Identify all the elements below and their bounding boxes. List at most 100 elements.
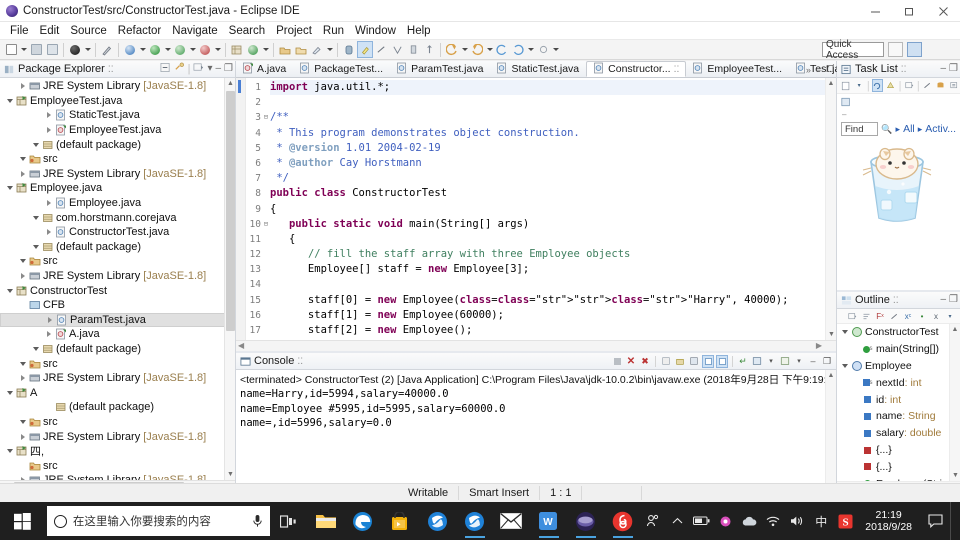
hide-static-icon[interactable]	[888, 310, 900, 323]
editor-marker-bar[interactable]	[236, 78, 246, 340]
outline-item[interactable]: ConstructorTest	[837, 324, 960, 341]
menu-project[interactable]: Project	[271, 24, 317, 38]
outline-tree[interactable]: ConstructorTest s main(String[]) Employee s n…	[837, 324, 960, 492]
taskbar-search-input[interactable]: 在这里输入你要搜索的内容	[46, 506, 271, 536]
code-line[interactable]: public static void main(String[] args)	[270, 217, 836, 232]
minimize-task-list-icon[interactable]: ‒	[940, 64, 946, 74]
outline-item[interactable]: name: String	[837, 408, 960, 425]
code-line[interactable]: staff[0] = new Employee(class=class="str…	[270, 293, 836, 308]
collapse-twisty-icon[interactable]	[43, 229, 54, 235]
editor-hscrollbar[interactable]: ◀ ▶	[236, 340, 836, 351]
code-line[interactable]: {	[270, 202, 836, 217]
console-scroll-up-icon[interactable]: ▲	[826, 370, 836, 381]
scroll-lock-icon[interactable]	[674, 355, 686, 368]
editor-tab[interactable]: StaticTest.java	[490, 61, 586, 77]
previous-annotation-icon[interactable]	[405, 41, 421, 58]
tree-item[interactable]: src	[0, 458, 235, 473]
battery-icon[interactable]	[689, 502, 713, 540]
last-edit-icon[interactable]	[421, 41, 437, 58]
debug-perspective-icon[interactable]	[341, 41, 357, 58]
tree-item[interactable]: JRE System Library[JavaSE-1.8]	[0, 429, 235, 444]
editor-tab[interactable]: PackageTest...	[293, 61, 390, 77]
menu-file[interactable]: File	[5, 24, 34, 38]
new-dropdown-icon[interactable]	[19, 41, 28, 58]
collapse-twisty-icon[interactable]	[17, 273, 28, 279]
task-list-content[interactable]: ‒ Find 🔍 ▸ All ▸ Activ...	[837, 94, 960, 291]
display-selected-console-icon[interactable]	[716, 354, 728, 368]
collapse-twisty-icon[interactable]	[43, 112, 54, 118]
tree-item[interactable]: com.horstmann.corejava	[0, 210, 235, 225]
maximize-outline-icon[interactable]: ❐	[949, 295, 958, 305]
collapse-twisty-icon[interactable]	[17, 434, 28, 440]
menu-run[interactable]: Run	[318, 24, 349, 38]
menu-edit[interactable]: Edit	[35, 24, 65, 38]
task-view-icon[interactable]	[270, 502, 307, 540]
filter-tasks-icon[interactable]	[922, 79, 933, 92]
outline-scroll-down-icon[interactable]: ▼	[950, 470, 960, 481]
code-line[interactable]: import java.util.*;	[270, 80, 836, 96]
outline-twisty-icon[interactable]	[839, 364, 850, 368]
show-desktop-button[interactable]	[950, 502, 960, 540]
minimize-button[interactable]	[858, 0, 892, 22]
code-line[interactable]: {	[270, 232, 836, 247]
coverage-icon[interactable]	[172, 41, 188, 58]
minimize-editor-icon[interactable]: ‒	[816, 65, 821, 75]
forward-dropdown-icon[interactable]	[485, 41, 494, 58]
code-line[interactable]: * This program demonstrates object const…	[270, 126, 836, 141]
code-line[interactable]	[270, 277, 836, 292]
expand-twisty-icon[interactable]	[4, 289, 15, 293]
fold-marker-icon[interactable]: ⊟	[262, 220, 268, 227]
outline-scroll-up-icon[interactable]: ▲	[950, 324, 960, 335]
wifi-icon[interactable]	[761, 502, 785, 540]
outline-menu-icon[interactable]: ▾	[944, 310, 956, 323]
collapse-all-icon[interactable]	[160, 62, 171, 76]
minimize-panel-icon[interactable]: ‒	[215, 64, 221, 74]
clear-console-icon[interactable]	[660, 355, 672, 368]
next-edit-location-icon[interactable]	[510, 41, 526, 58]
task-view-menu-icon[interactable]	[949, 79, 960, 92]
editor-scroll-right-icon[interactable]: ▶	[816, 341, 822, 351]
collapse-twisty-icon[interactable]	[43, 331, 54, 337]
expand-twisty-icon[interactable]	[4, 449, 15, 453]
profile-icon[interactable]	[197, 41, 213, 58]
previous-edit-location-icon[interactable]	[494, 41, 510, 58]
open-resource-icon[interactable]	[293, 41, 309, 58]
outline-twisty-icon[interactable]	[839, 330, 850, 334]
console-output[interactable]: <terminated> ConstructorTest (2) [Java A…	[236, 370, 836, 492]
code-line[interactable]: * @version 1.01 2004-02-19	[270, 141, 836, 156]
tree-item[interactable]: CFB	[0, 298, 235, 313]
new-package-dropdown-icon[interactable]	[261, 41, 270, 58]
outline-item[interactable]: s main(String[])	[837, 341, 960, 358]
show-console-icon[interactable]	[688, 355, 700, 368]
menu-help[interactable]: Help	[402, 24, 436, 38]
collapse-twisty-icon[interactable]	[43, 200, 54, 206]
pin-editor-icon[interactable]	[535, 41, 551, 58]
sogou-browser-icon[interactable]	[419, 502, 456, 540]
history-dropdown-icon[interactable]	[526, 41, 535, 58]
netease-music-icon[interactable]	[604, 502, 641, 540]
menu-search[interactable]: Search	[224, 24, 270, 38]
maximize-view-icon[interactable]: ❐	[224, 64, 233, 74]
tree-item[interactable]: Employee.java	[0, 181, 235, 196]
tree-item[interactable]: src	[0, 152, 235, 167]
collapse-all-tasks-icon[interactable]	[904, 79, 915, 92]
expand-twisty-icon[interactable]	[4, 186, 15, 190]
debug-dropdown-icon[interactable]	[83, 41, 92, 58]
expand-twisty-icon[interactable]	[17, 420, 28, 424]
outline-filter-icon[interactable]: x	[930, 310, 942, 323]
tab-overflow-icon[interactable]: »	[806, 65, 811, 75]
word-wrap-icon[interactable]: ↵	[737, 355, 749, 368]
editor-tab[interactable]: A.java	[236, 61, 293, 77]
hide-nonpublic-icon[interactable]: xc	[902, 310, 914, 323]
fold-marker-icon[interactable]: ⊟	[262, 114, 268, 121]
tree-item[interactable]: ConstructorTest	[0, 283, 235, 298]
tree-item[interactable]: JRE System Library[JavaSE-1.8]	[0, 371, 235, 386]
next-annotation-icon[interactable]	[389, 41, 405, 58]
new-package-icon[interactable]	[245, 41, 261, 58]
outline-sort-icon[interactable]	[860, 310, 872, 323]
editor-scroll-down-icon[interactable]: ▼	[826, 329, 836, 340]
tree-item[interactable]: 四,	[0, 444, 235, 459]
outline-item[interactable]: Employee	[837, 358, 960, 375]
collapse-twisty-icon[interactable]	[43, 127, 54, 133]
task-list-tab[interactable]: Task List ⁚⁚	[837, 63, 907, 75]
